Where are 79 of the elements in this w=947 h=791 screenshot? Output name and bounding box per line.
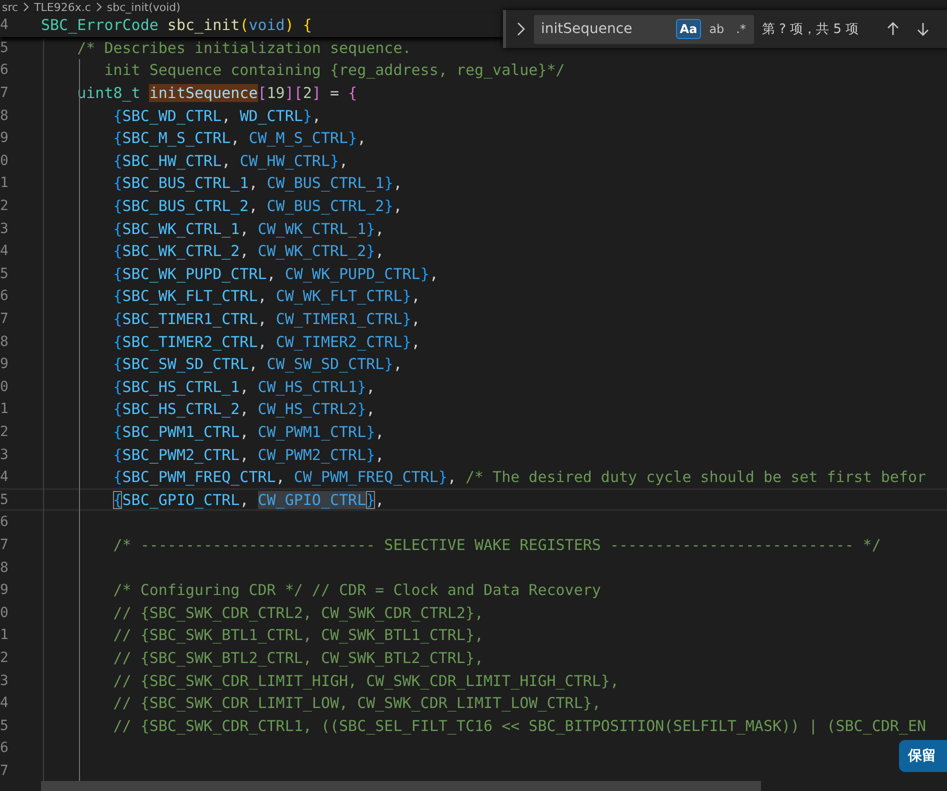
line-number: 0 bbox=[0, 604, 10, 622]
code-line: {SBC_WK_CTRL_2, CW_WK_CTRL_2}, bbox=[112, 242, 384, 260]
code-line: {SBC_PWM2_CTRL, CW_PWM2_CTRL}, bbox=[112, 446, 384, 464]
code-line: {SBC_BUS_CTRL_2, CW_BUS_CTRL_2}, bbox=[112, 197, 402, 216]
line-number: 6 bbox=[0, 739, 10, 758]
line-number: 2 bbox=[0, 648, 10, 667]
line-number: 8 bbox=[0, 332, 10, 351]
breadcrumb-item[interactable]: src bbox=[2, 0, 18, 14]
code-line: {SBC_M_S_CTRL, CW_M_S_CTRL}, bbox=[112, 129, 366, 148]
arrow-down-icon[interactable] bbox=[914, 21, 931, 37]
line-number: 7 bbox=[0, 310, 10, 328]
line-number: 1 bbox=[0, 626, 10, 644]
line-number: 0 bbox=[0, 378, 10, 396]
code-line: // {SBC_SWK_BTL2_CTRL, CW_SWK_BTL2_CTRL}, bbox=[112, 648, 484, 667]
code-line: /* Configuring CDR */ // CDR = Clock and Data Recovery bbox=[112, 581, 601, 600]
code-line: {SBC_WK_PUPD_CTRL, CW_WK_PUPD_CTRL}, bbox=[112, 264, 438, 283]
code-line: {SBC_HS_CTRL_1, CW_HS_CTRL1}, bbox=[112, 378, 376, 396]
match-count: 第 ? 项，共 5 项 bbox=[762, 21, 859, 38]
find-option-toggle[interactable]: Aa bbox=[676, 19, 702, 39]
code-line: {SBC_WK_CTRL_1, CW_WK_CTRL_1}, bbox=[112, 220, 384, 238]
find-option-toggle[interactable]: ab bbox=[705, 19, 728, 39]
chevron-icon[interactable] bbox=[516, 22, 526, 36]
line-number: 6 bbox=[0, 513, 10, 532]
breadcrumb-item[interactable]: sbc_init(void) bbox=[106, 0, 180, 14]
line-number: 8 bbox=[0, 106, 10, 125]
line-number: 4 bbox=[0, 16, 10, 34]
line-number: 6 bbox=[0, 287, 10, 306]
line-number: 7 bbox=[0, 762, 10, 780]
line-number: 3 bbox=[0, 672, 10, 690]
code-line: /* -------------------------- SELECTIVE WAKE REGISTERS --------------------------- */ bbox=[112, 536, 881, 554]
chevron-icon bbox=[22, 2, 30, 12]
code-line: /* Describes initialization sequence. bbox=[76, 38, 412, 57]
breadcrumb-item[interactable]: TLE926x.c bbox=[34, 0, 91, 14]
find-field[interactable]: initSequence Aa ab .* bbox=[534, 14, 754, 44]
line-number: 5 bbox=[0, 264, 10, 283]
line-number: 4 bbox=[0, 242, 10, 260]
code-line: {SBC_WK_FLT_CTRL, CW_WK_FLT_CTRL}, bbox=[112, 287, 420, 306]
line-number: 6 bbox=[0, 61, 10, 80]
line-number: 4 bbox=[0, 694, 10, 712]
code-line: uint8_t initSequence[19][2] = { bbox=[76, 84, 358, 102]
line-number: 3 bbox=[0, 446, 10, 464]
code-line: {SBC_PWM1_CTRL, CW_PWM1_CTRL}, bbox=[112, 422, 384, 441]
code-line: {SBC_WD_CTRL, WD_CTRL}, bbox=[112, 106, 321, 125]
line-number: 7 bbox=[0, 84, 10, 102]
code-line: {SBC_HW_CTRL, CW_HW_CTRL}, bbox=[112, 152, 348, 170]
horizontal-scrollbar[interactable] bbox=[41, 781, 761, 791]
code-line: {SBC_TIMER2_CTRL, CW_TIMER2_CTRL}, bbox=[112, 332, 420, 351]
code-line: // {SBC_SWK_CDR_LIMIT_HIGH, CW_SWK_CDR_LIMIT_HIGH_CTRL}, bbox=[112, 672, 619, 690]
code-line: // {SBC_SWK_CDR_CTRL1, ((SBC_SEL_FILT_TC16 << SBC_BITPOSITION(SELFILT_MASK)) | (SBC_CDR_EN bbox=[112, 716, 926, 735]
line-number: 1 bbox=[0, 174, 10, 192]
line-number: 5 bbox=[0, 38, 10, 57]
code-line: {SBC_PWM_FREQ_CTRL, CW_PWM_FREQ_CTRL}, /* The desired duty cycle should be set first befor bbox=[112, 468, 926, 486]
line-number: 0 bbox=[0, 152, 10, 170]
line-number: 1 bbox=[0, 400, 10, 418]
code-line: // {SBC_SWK_CDR_CTRL2, CW_SWK_CDR_CTRL2}, bbox=[112, 604, 484, 622]
arrow-up-icon[interactable] bbox=[884, 21, 901, 37]
line-number: 2 bbox=[0, 197, 10, 216]
line-number: 9 bbox=[0, 129, 10, 148]
code-line: {SBC_GPIO_CTRL, CW_GPIO_CTRL}, bbox=[112, 490, 384, 509]
code-line: {SBC_HS_CTRL_2, CW_HS_CTRL2}, bbox=[112, 400, 376, 418]
line-number: 5 bbox=[0, 490, 10, 509]
find-option-toggle[interactable]: .* bbox=[732, 19, 750, 39]
code-line: init Sequence containing {reg_address, reg_value}*/ bbox=[103, 61, 565, 80]
line-number: 8 bbox=[0, 558, 10, 577]
code-line: // {SBC_SWK_CDR_LIMIT_LOW, CW_SWK_CDR_LIMIT_LOW_CTRL}, bbox=[112, 694, 601, 712]
chevron-icon bbox=[94, 2, 103, 12]
line-number: 9 bbox=[0, 581, 10, 600]
line-number: 5 bbox=[0, 716, 10, 735]
line-number: 3 bbox=[0, 220, 10, 238]
line-number: 9 bbox=[0, 355, 10, 374]
keep-button[interactable]: 保留 bbox=[899, 740, 947, 772]
code-line: // {SBC_SWK_BTL1_CTRL, CW_SWK_BTL1_CTRL}, bbox=[112, 626, 484, 644]
line-number: 7 bbox=[0, 536, 10, 554]
line-number: 4 bbox=[0, 468, 10, 486]
code-line: {SBC_TIMER1_CTRL, CW_TIMER1_CTRL}, bbox=[112, 310, 420, 328]
code-line: SBC_ErrorCode sbc_init(void) { bbox=[41, 16, 312, 34]
code-line: {SBC_SW_SD_CTRL, CW_SW_SD_CTRL}, bbox=[112, 355, 402, 374]
line-number: 2 bbox=[0, 422, 10, 441]
code-line: {SBC_BUS_CTRL_1, CW_BUS_CTRL_1}, bbox=[112, 174, 402, 192]
